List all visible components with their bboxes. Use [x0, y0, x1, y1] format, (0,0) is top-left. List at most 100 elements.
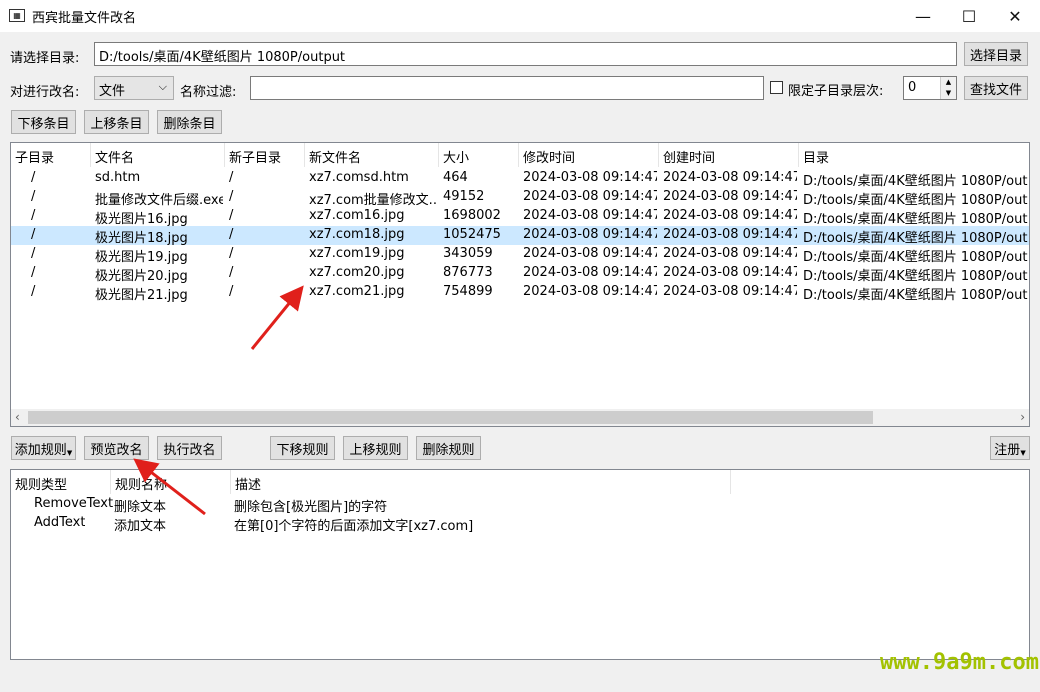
file-cell: 754899 — [443, 284, 493, 299]
file-column-header[interactable]: 新文件名 — [305, 143, 439, 167]
file-cell: 2024-03-08 09:14:47 — [663, 170, 797, 185]
file-cell: xz7.com20.jpg — [309, 265, 405, 280]
scrollbar-thumb[interactable] — [28, 411, 873, 424]
register-label: 注册 — [994, 442, 1021, 458]
file-cell: xz7.com21.jpg — [309, 284, 405, 299]
file-cell: / — [229, 170, 234, 185]
rule-column-header[interactable]: 规则类型 — [11, 470, 111, 494]
depth-value: 0 — [908, 80, 917, 95]
app-icon: ▦ — [9, 9, 25, 22]
rule-row[interactable]: RemoveText 删除文本 删除包含[极光图片]的字符 — [11, 495, 1029, 515]
scroll-left-icon[interactable]: ‹ — [15, 410, 20, 424]
preview-rename-button[interactable]: 预览改名 — [84, 436, 149, 460]
dir-input[interactable]: D:/tools/桌面/4K壁纸图片 1080P/output — [94, 42, 957, 66]
delete-item-button[interactable]: 删除条目 — [157, 110, 222, 134]
file-cell: D:/tools/桌面/4K壁纸图片 1080P/out — [803, 288, 1028, 303]
rule-column-header[interactable]: 规则名称 — [111, 470, 231, 494]
register-button[interactable]: 注册 ▼ — [990, 436, 1030, 460]
file-cell: / — [229, 227, 234, 242]
file-cell: xz7.comsd.htm — [309, 170, 409, 185]
dir-label: 请选择目录: — [10, 51, 80, 66]
file-cell: 343059 — [443, 246, 493, 261]
file-row[interactable]: / 批量修改文件后缀.exe / xz7.com批量修改文... 49152 2024-0… — [11, 188, 1029, 208]
file-cell: D:/tools/桌面/4K壁纸图片 1080P/out — [803, 231, 1028, 246]
rule-table[interactable]: 规则类型 规则名称 描述 RemoveText 删除文本 删除包含[极光图片]的字符 Ad… — [10, 469, 1030, 660]
file-cell: xz7.com19.jpg — [309, 246, 405, 261]
file-cell: 极光图片20.jpg — [95, 269, 188, 284]
dropdown-caret-icon: ▼ — [1020, 449, 1026, 457]
file-row[interactable]: / sd.htm / xz7.comsd.htm 464 2024-03-08 09:14… — [11, 169, 1029, 189]
file-cell: 极光图片21.jpg — [95, 288, 188, 303]
add-rule-label: 添加规则 — [14, 442, 67, 458]
depth-spinner[interactable]: 0 ▲ ▼ — [903, 76, 957, 100]
close-button[interactable]: ✕ — [992, 0, 1038, 32]
limit-depth-checkbox[interactable] — [770, 81, 783, 94]
file-column-header[interactable]: 修改时间 — [519, 143, 659, 167]
file-cell: 2024-03-08 09:14:47 — [523, 189, 657, 204]
file-column-header[interactable]: 文件名 — [91, 143, 225, 167]
rule-cell: 删除包含[极光图片]的字符 — [234, 500, 388, 515]
rule-column-header[interactable]: 描述 — [231, 470, 731, 494]
file-cell: / — [31, 208, 36, 223]
file-row[interactable]: / 极光图片19.jpg / xz7.com19.jpg 343059 2024-03-0… — [11, 245, 1029, 265]
horizontal-scrollbar[interactable]: ‹ › — [11, 409, 1029, 426]
file-cell: 464 — [443, 170, 468, 185]
maximize-button[interactable]: ☐ — [946, 0, 992, 32]
file-cell: 49152 — [443, 189, 485, 204]
rule-row[interactable]: AddText 添加文本 在第[0]个字符的后面添加文字[xz7.com] — [11, 514, 1029, 534]
execute-rename-button[interactable]: 执行改名 — [157, 436, 222, 460]
rule-cell: 在第[0]个字符的后面添加文字[xz7.com] — [234, 519, 474, 534]
find-files-button[interactable]: 查找文件 — [964, 76, 1028, 100]
file-cell: 2024-03-08 09:14:47 — [523, 284, 657, 299]
file-cell: 极光图片19.jpg — [95, 250, 188, 265]
file-column-header[interactable]: 目录 — [799, 143, 1029, 167]
file-cell: / — [31, 246, 36, 261]
file-cell: 批量修改文件后缀.exe — [95, 193, 223, 208]
rule-cell: 添加文本 — [114, 519, 167, 534]
target-label: 对进行改名: — [10, 85, 80, 100]
target-select-value: 文件 — [99, 84, 126, 99]
file-column-header[interactable]: 子目录 — [11, 143, 91, 167]
window-title: 西宾批量文件改名 — [32, 11, 137, 26]
move-rule-down-button[interactable]: 下移规则 — [270, 436, 335, 460]
file-cell: 2024-03-08 09:14:47 — [663, 246, 797, 261]
file-cell: 2024-03-08 09:14:47 — [523, 170, 657, 185]
rule-cell: 删除文本 — [114, 500, 167, 515]
file-cell: / — [229, 189, 234, 204]
spin-down-icon[interactable]: ▼ — [941, 88, 956, 99]
move-rule-up-button[interactable]: 上移规则 — [343, 436, 408, 460]
limit-depth-label: 限定子目录层次: — [788, 84, 884, 99]
file-cell: D:/tools/桌面/4K壁纸图片 1080P/out — [803, 193, 1028, 208]
file-cell: 2024-03-08 09:14:47 — [663, 208, 797, 223]
file-cell: / — [229, 208, 234, 223]
file-cell: 2024-03-08 09:14:47 — [663, 227, 797, 242]
file-row[interactable]: / 极光图片21.jpg / xz7.com21.jpg 754899 2024-03-0… — [11, 283, 1029, 303]
file-cell: 极光图片18.jpg — [95, 231, 188, 246]
target-select[interactable]: 文件 ⌵ — [94, 76, 174, 100]
scroll-right-icon[interactable]: › — [1020, 410, 1025, 424]
file-cell: / — [229, 265, 234, 280]
choose-dir-button[interactable]: 选择目录 — [964, 42, 1028, 66]
file-row[interactable]: / 极光图片16.jpg / xz7.com16.jpg 1698002 2024-03-… — [11, 207, 1029, 227]
delete-rule-button[interactable]: 删除规则 — [416, 436, 481, 460]
name-filter-input[interactable] — [250, 76, 764, 100]
spin-up-icon[interactable]: ▲ — [941, 77, 956, 88]
file-row[interactable]: / 极光图片18.jpg / xz7.com18.jpg 1052475 2024-03-… — [11, 226, 1029, 246]
name-filter-label: 名称过滤: — [180, 85, 237, 100]
file-cell: xz7.com批量修改文... — [309, 193, 437, 208]
file-cell: 1698002 — [443, 208, 501, 223]
file-column-header[interactable]: 创建时间 — [659, 143, 799, 167]
file-row[interactable]: / 极光图片20.jpg / xz7.com20.jpg 876773 2024-03-0… — [11, 264, 1029, 284]
add-rule-button[interactable]: 添加规则 ▼ — [11, 436, 76, 460]
rule-cell: RemoveText — [34, 496, 114, 511]
file-cell: 876773 — [443, 265, 493, 280]
minimize-button[interactable]: — — [900, 0, 946, 32]
file-cell: D:/tools/桌面/4K壁纸图片 1080P/out — [803, 269, 1028, 284]
file-column-header[interactable]: 新子目录 — [225, 143, 305, 167]
file-table[interactable]: 子目录 文件名 新子目录 新文件名 大小 修改时间 创建时间 目录 / sd.htm / xz7.c… — [10, 142, 1030, 427]
file-cell: xz7.com16.jpg — [309, 208, 405, 223]
move-item-up-button[interactable]: 上移条目 — [84, 110, 149, 134]
file-column-header[interactable]: 大小 — [439, 143, 519, 167]
move-item-down-button[interactable]: 下移条目 — [11, 110, 76, 134]
file-cell: 2024-03-08 09:14:47 — [523, 246, 657, 261]
